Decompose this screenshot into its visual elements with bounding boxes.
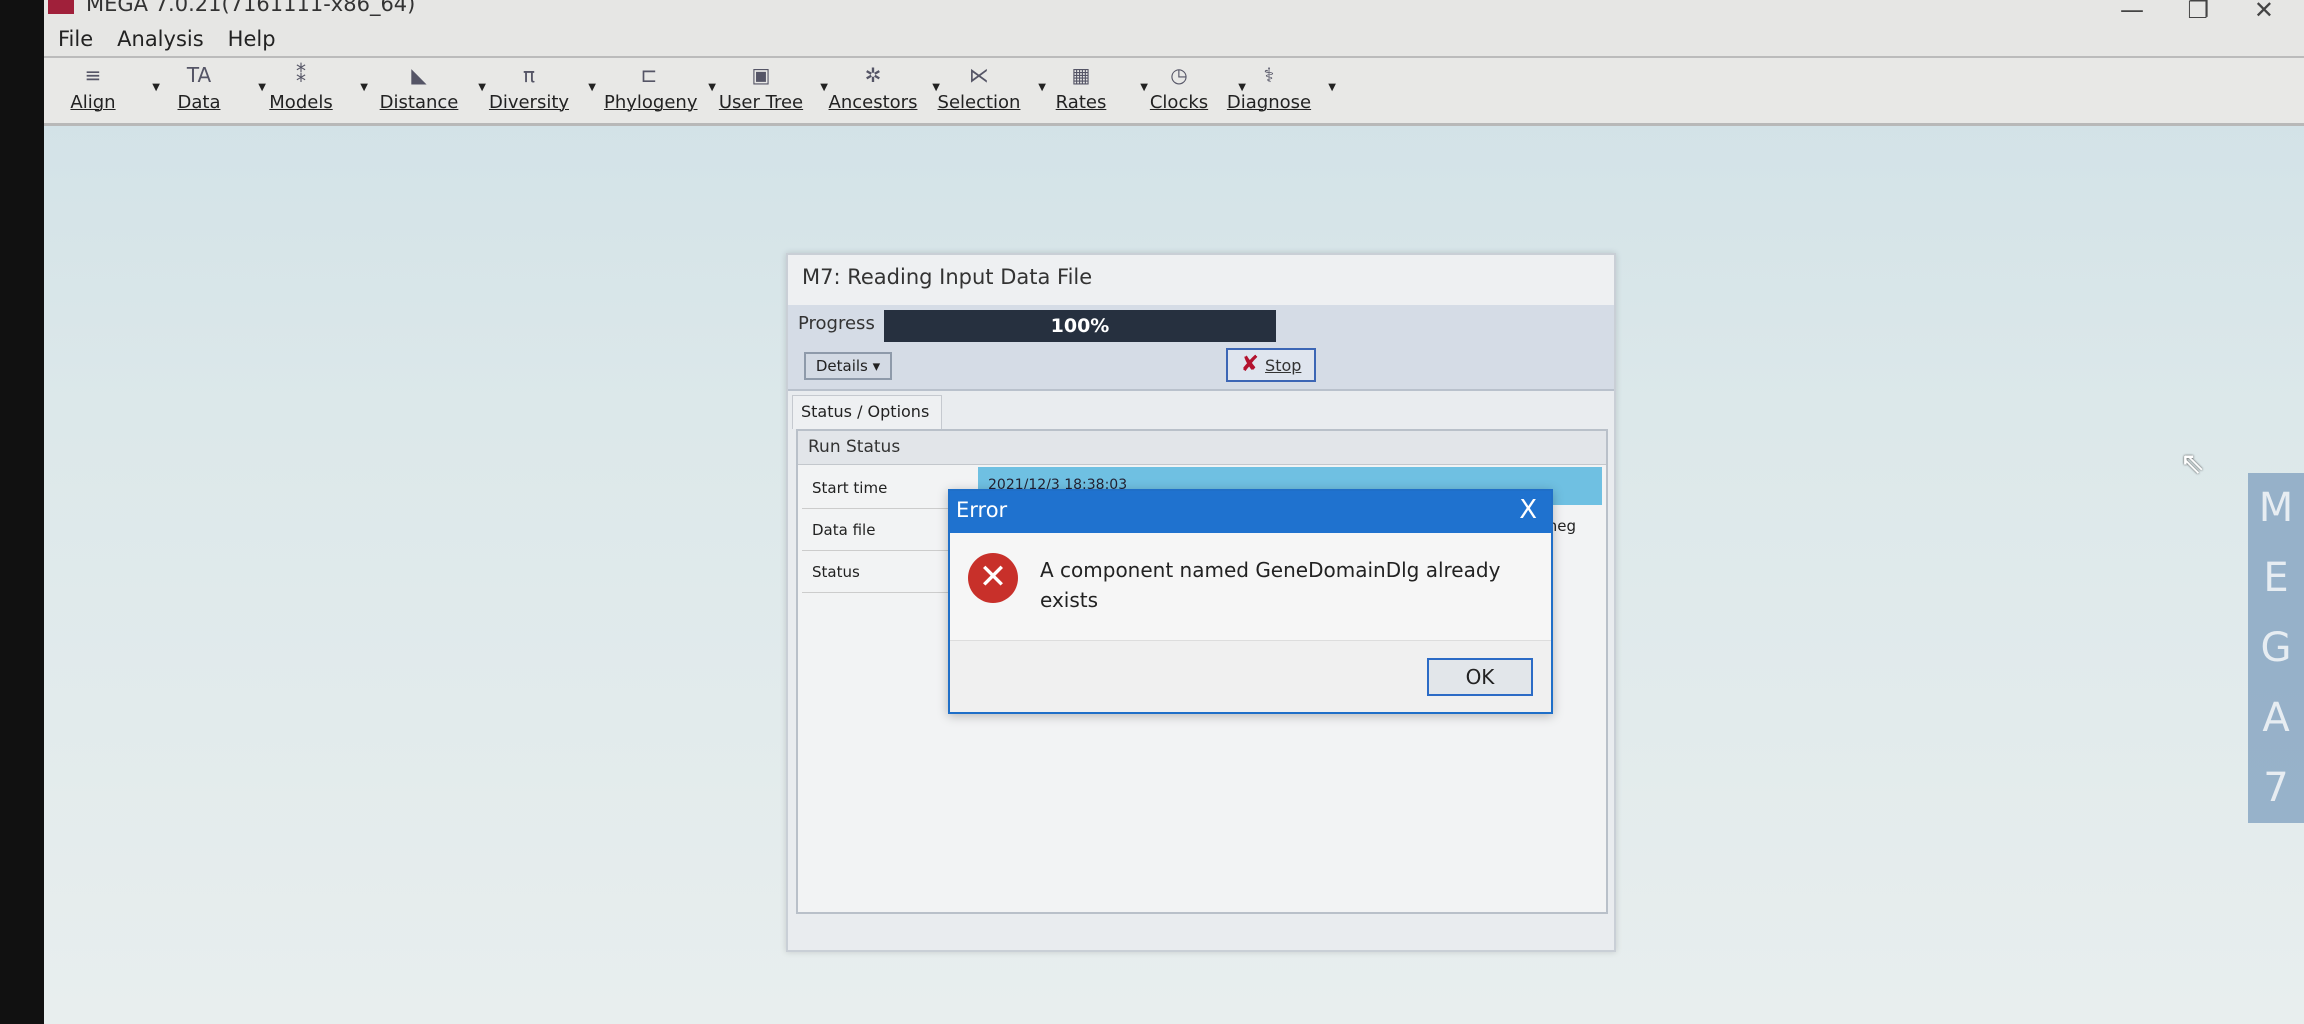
menu-help[interactable]: Help: [228, 27, 276, 51]
toolbar-label: Selection: [937, 92, 1021, 113]
mouse-cursor-icon: ⇖: [2180, 446, 2206, 481]
side-logo-letter: A: [2262, 695, 2290, 741]
toolbar-diversity[interactable]: π Diversity ▼: [484, 58, 596, 124]
models-icon: ⁑: [296, 63, 306, 87]
menu-analysis[interactable]: Analysis: [117, 27, 204, 51]
menu-bar: File Analysis Help: [44, 22, 2304, 56]
side-logo-letter: M: [2258, 485, 2294, 531]
toolbar-label: User Tree: [718, 92, 804, 113]
dropdown-arrow-icon[interactable]: ▼: [1328, 82, 1336, 93]
selection-icon: ⋉: [969, 63, 989, 87]
error-message: A component named GeneDomainDlg already …: [1040, 558, 1501, 612]
progress-label: Progress: [798, 313, 875, 334]
ancestors-icon: ✲: [864, 63, 882, 87]
rates-icon: ▦: [1071, 63, 1091, 87]
details-button[interactable]: Details ▾: [804, 352, 892, 380]
mega-side-logo: MEGA 7: [2248, 473, 2304, 823]
dialog-title: M7: Reading Input Data File: [788, 255, 1614, 305]
toolbar-label: Clocks: [1149, 92, 1209, 113]
progress-bar: 100%: [884, 310, 1276, 342]
tab-status-options[interactable]: Status / Options: [792, 395, 942, 429]
user-tree-icon: ▣: [751, 63, 771, 87]
error-title: Error: [956, 498, 1008, 522]
stop-label: Stop: [1265, 356, 1302, 375]
side-logo-letter: E: [2263, 555, 2289, 601]
side-logo-letter: G: [2260, 625, 2292, 671]
toolbar-diagnose[interactable]: ⚕ Diagnose ▼: [1224, 58, 1336, 124]
ok-button[interactable]: OK: [1427, 658, 1533, 696]
toolbar-label: Ancestors: [828, 92, 918, 113]
align-icon: ≡: [84, 63, 102, 87]
error-dialog: Error X ✕ A component named GeneDomainDlg…: [948, 489, 1553, 714]
error-icon: ✕: [968, 553, 1018, 603]
toolbar-user-tree[interactable]: ▣ User Tree ▼: [716, 58, 828, 124]
dropdown-arrow-icon[interactable]: ▼: [820, 82, 828, 93]
stop-x-icon: ✘: [1240, 352, 1260, 377]
toolbar-selection[interactable]: ⋉ Selection ▼: [934, 58, 1046, 124]
toolbar-ancestors[interactable]: ✲ Ancestors ▼: [828, 58, 940, 124]
dropdown-arrow-icon[interactable]: ▼: [708, 82, 716, 93]
toolbar-label: Data: [177, 92, 221, 113]
toolbar-label: Align: [70, 92, 116, 113]
distance-icon: ◣: [411, 63, 427, 87]
menu-file[interactable]: File: [58, 27, 93, 51]
toolbar-label: Rates: [1055, 92, 1107, 113]
stop-button[interactable]: ✘ Stop: [1226, 348, 1316, 382]
close-button[interactable]: ✕: [2254, 0, 2274, 24]
error-close-button[interactable]: X: [1519, 495, 1537, 525]
diversity-icon: π: [522, 63, 536, 87]
dropdown-arrow-icon[interactable]: ▼: [360, 82, 368, 93]
toolbar: ≡ Align ▼ TA Data ▼ ⁑ Models ▼ ◣ Distance ▼ π Diversi…: [44, 56, 2304, 126]
restore-button[interactable]: ❐: [2187, 0, 2209, 24]
toolbar-clocks[interactable]: ◷ Clocks ▼: [1134, 58, 1246, 124]
toolbar-label: Models: [269, 92, 333, 113]
clock-icon: ◷: [1170, 63, 1188, 87]
minimize-button[interactable]: —: [2120, 0, 2144, 24]
dropdown-arrow-icon[interactable]: ▼: [588, 82, 596, 93]
toolbar-rates[interactable]: ▦ Rates ▼: [1036, 58, 1148, 124]
toolbar-label: Diversity: [488, 92, 570, 113]
run-status-header: Run Status: [798, 431, 1606, 465]
app-logo-icon: [48, 0, 74, 14]
data-icon: TA: [186, 63, 212, 87]
side-logo-letter: 7: [2263, 765, 2289, 811]
toolbar-label: Distance: [379, 92, 459, 113]
toolbar-label: Diagnose: [1226, 92, 1312, 113]
toolbar-models[interactable]: ⁑ Models ▼: [256, 58, 368, 124]
caduceus-icon: ⚕: [1263, 63, 1275, 87]
desktop: MEGA 7.0.21(7161111-x86_64) — ❐ ✕ File A…: [44, 0, 2304, 1024]
toolbar-label: Phylogeny: [604, 92, 698, 113]
toolbar-data[interactable]: TA Data ▼: [154, 58, 267, 124]
window-title: MEGA 7.0.21(7161111-x86_64): [86, 0, 416, 16]
toolbar-phylogeny[interactable]: ⊏ Phylogeny ▼: [604, 58, 716, 124]
toolbar-align[interactable]: ≡ Align ▼: [48, 58, 160, 124]
phylogeny-icon: ⊏: [640, 63, 658, 87]
toolbar-distance[interactable]: ◣ Distance ▼: [374, 58, 486, 124]
